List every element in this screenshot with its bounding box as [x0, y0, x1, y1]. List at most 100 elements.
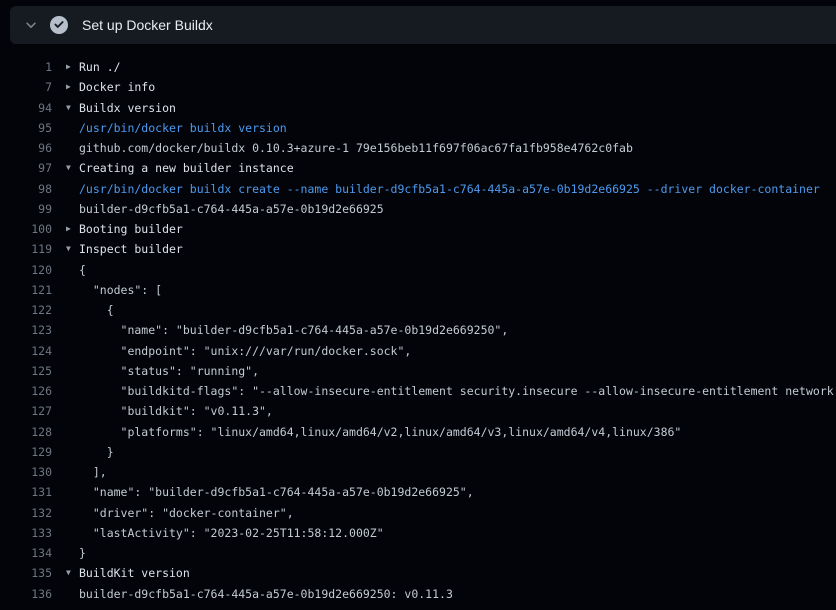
arrow-spacer [66, 543, 79, 563]
log-line: 125 "status": "running", [0, 361, 836, 381]
arrow-spacer [66, 422, 79, 442]
line-number: 135 [0, 563, 52, 583]
line-number: 126 [0, 381, 52, 401]
log-group-row[interactable]: 135 ▼BuildKit version [0, 563, 836, 583]
log-lines: 1▶Run ./7▶Docker info94▼Buildx version95… [0, 44, 836, 604]
arrow-spacer [66, 442, 79, 462]
log-line: 126 "buildkitd-flags": "--allow-insecure… [0, 381, 836, 401]
log-line: 130 ], [0, 462, 836, 482]
chevron-right-icon[interactable]: ▶ [66, 77, 79, 97]
line-number: 95 [0, 118, 52, 138]
arrow-spacer [66, 199, 79, 219]
log-line: 128 "platforms": "linux/amd64,linux/amd6… [0, 422, 836, 442]
log-text: "platforms": "linux/amd64,linux/amd64/v2… [79, 422, 681, 442]
arrow-spacer [66, 482, 79, 502]
line-number: 7 [0, 77, 52, 97]
line-number: 134 [0, 543, 52, 563]
log-group-row[interactable]: 119 ▼Inspect builder [0, 239, 836, 259]
line-number: 131 [0, 482, 52, 502]
line-number: 133 [0, 523, 52, 543]
collapse-step-button[interactable] [20, 14, 42, 36]
log-text: "buildkitd-flags": "--allow-insecure-ent… [79, 381, 836, 401]
log-text: "name": "builder-d9cfb5a1-c764-445a-a57e… [79, 320, 508, 340]
log-text: "status": "running", [79, 361, 259, 381]
log-line: 127 "buildkit": "v0.11.3", [0, 401, 836, 421]
arrow-spacer [66, 179, 79, 199]
log-line: 134} [0, 543, 836, 563]
arrow-spacer [66, 503, 79, 523]
line-number: 122 [0, 300, 52, 320]
chevron-down-icon[interactable]: ▼ [66, 239, 79, 259]
step-header[interactable]: Set up Docker Buildx [10, 6, 836, 44]
line-number: 125 [0, 361, 52, 381]
check-circle-icon [50, 16, 68, 34]
arrow-spacer [66, 462, 79, 482]
line-number: 132 [0, 503, 52, 523]
arrow-spacer [66, 341, 79, 361]
arrow-spacer [66, 280, 79, 300]
log-text: github.com/docker/buildx 0.10.3+azure-1 … [79, 138, 633, 158]
arrow-spacer [66, 118, 79, 138]
chevron-down-icon [24, 18, 38, 32]
log-text: Run ./ [79, 57, 121, 77]
chevron-down-icon[interactable]: ▼ [66, 563, 79, 583]
log-text: BuildKit version [79, 563, 190, 583]
chevron-down-icon[interactable]: ▼ [66, 98, 79, 118]
arrow-spacer [66, 401, 79, 421]
chevron-right-icon[interactable]: ▶ [66, 219, 79, 239]
log-text: "name": "builder-d9cfb5a1-c764-445a-a57e… [79, 482, 474, 502]
log-group-row[interactable]: 100▶Booting builder [0, 219, 836, 239]
log-text: Creating a new builder instance [79, 158, 294, 178]
log-text: "buildkit": "v0.11.3", [79, 401, 273, 421]
arrow-spacer [66, 361, 79, 381]
log-text: Inspect builder [79, 239, 183, 259]
log-text: Docker info [79, 77, 155, 97]
log-text: builder-d9cfb5a1-c764-445a-a57e-0b19d2e6… [79, 199, 384, 219]
log-line: 124 "endpoint": "unix:///var/run/docker.… [0, 341, 836, 361]
log-line: 96 github.com/docker/buildx 0.10.3+azure-… [0, 138, 836, 158]
log-group-row[interactable]: 1 ▶Run ./ [0, 57, 836, 77]
line-number: 121 [0, 280, 52, 300]
log-group-row[interactable]: 94▼Buildx version [0, 98, 836, 118]
log-text: Buildx version [79, 98, 176, 118]
arrow-spacer [66, 584, 79, 604]
log-line: 123 "name": "builder-d9cfb5a1-c764-445a-… [0, 320, 836, 340]
line-number: 124 [0, 341, 52, 361]
log-group-row[interactable]: 7 ▶Docker info [0, 77, 836, 97]
log-text: ], [79, 462, 107, 482]
log-text: Booting builder [79, 219, 183, 239]
line-number: 123 [0, 320, 52, 340]
log-line: 122 { [0, 300, 836, 320]
line-number: 99 [0, 199, 52, 219]
chevron-right-icon[interactable]: ▶ [66, 57, 79, 77]
line-number: 96 [0, 138, 52, 158]
log-line: 95/usr/bin/docker buildx version [0, 118, 836, 138]
log-text: /usr/bin/docker buildx create --name bui… [79, 179, 820, 199]
line-number: 127 [0, 401, 52, 421]
arrow-spacer [66, 300, 79, 320]
log-text: "nodes": [ [79, 280, 162, 300]
line-number: 130 [0, 462, 52, 482]
log-line: 133 "lastActivity": "2023-02-25T11:58:12… [0, 523, 836, 543]
log-text: } [79, 442, 114, 462]
log-line: 136builder-d9cfb5a1-c764-445a-a57e-0b19d… [0, 584, 836, 604]
log-text: "lastActivity": "2023-02-25T11:58:12.000… [79, 523, 384, 543]
line-number: 129 [0, 442, 52, 462]
log-text: "driver": "docker-container", [79, 503, 294, 523]
log-group-row[interactable]: 97 ▼Creating a new builder instance [0, 158, 836, 178]
line-number: 119 [0, 239, 52, 259]
log-line: 129 } [0, 442, 836, 462]
arrow-spacer [66, 138, 79, 158]
chevron-down-icon[interactable]: ▼ [66, 158, 79, 178]
arrow-spacer [66, 320, 79, 340]
log-text: "endpoint": "unix:///var/run/docker.sock… [79, 341, 411, 361]
arrow-spacer [66, 523, 79, 543]
line-number: 128 [0, 422, 52, 442]
line-number: 120 [0, 260, 52, 280]
log-text: { [79, 300, 114, 320]
arrow-spacer [66, 381, 79, 401]
step-title: Set up Docker Buildx [82, 17, 213, 33]
line-number: 97 [0, 158, 52, 178]
log-line: 131 "name": "builder-d9cfb5a1-c764-445a-… [0, 482, 836, 502]
line-number: 1 [0, 57, 52, 77]
